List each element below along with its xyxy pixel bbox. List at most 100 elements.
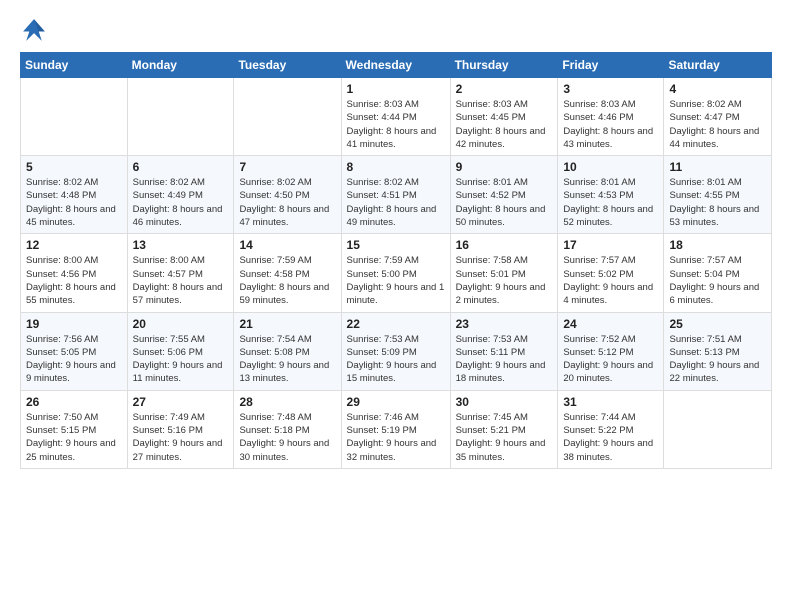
day-number: 9 xyxy=(456,160,553,174)
day-info: Sunrise: 8:02 AM Sunset: 4:47 PM Dayligh… xyxy=(669,98,766,151)
calendar-cell xyxy=(664,390,772,468)
weekday-header-tuesday: Tuesday xyxy=(234,53,341,78)
day-number: 20 xyxy=(133,317,229,331)
calendar-cell: 27 Sunrise: 7:49 AM Sunset: 5:16 PM Dayli… xyxy=(127,390,234,468)
day-info: Sunrise: 8:02 AM Sunset: 4:51 PM Dayligh… xyxy=(347,176,445,229)
calendar-cell: 21 Sunrise: 7:54 AM Sunset: 5:08 PM Dayli… xyxy=(234,312,341,390)
header xyxy=(20,16,772,44)
calendar-cell: 20Sunrise: 7:55 AM Sunset: 5:06 PM Dayli… xyxy=(127,312,234,390)
day-info: Sunrise: 8:01 AM Sunset: 4:52 PM Dayligh… xyxy=(456,176,553,229)
day-number: 4 xyxy=(669,82,766,96)
day-number: 13 xyxy=(133,238,229,252)
weekday-header-row: SundayMondayTuesdayWednesdayThursdayFrid… xyxy=(21,53,772,78)
weekday-header-friday: Friday xyxy=(558,53,664,78)
day-number: 14 xyxy=(239,238,335,252)
weekday-header-saturday: Saturday xyxy=(664,53,772,78)
calendar-cell: 16 Sunrise: 7:58 AM Sunset: 5:01 PM Dayli… xyxy=(450,234,558,312)
calendar-cell: 11 Sunrise: 8:01 AM Sunset: 4:55 PM Dayli… xyxy=(664,156,772,234)
day-number: 29 xyxy=(347,395,445,409)
day-number: 22 xyxy=(347,317,445,331)
day-info: Sunrise: 7:49 AM Sunset: 5:16 PM Dayligh… xyxy=(133,411,229,464)
calendar-cell: 22Sunrise: 7:53 AM Sunset: 5:09 PM Dayli… xyxy=(341,312,450,390)
calendar-cell: 13 Sunrise: 8:00 AM Sunset: 4:57 PM Dayli… xyxy=(127,234,234,312)
page: SundayMondayTuesdayWednesdayThursdayFrid… xyxy=(0,0,792,485)
day-number: 2 xyxy=(456,82,553,96)
day-number: 30 xyxy=(456,395,553,409)
day-number: 3 xyxy=(563,82,658,96)
calendar-cell: 18Sunrise: 7:57 AM Sunset: 5:04 PM Dayli… xyxy=(664,234,772,312)
day-number: 10 xyxy=(563,160,658,174)
day-number: 6 xyxy=(133,160,229,174)
calendar-cell: 14 Sunrise: 7:59 AM Sunset: 4:58 PM Dayli… xyxy=(234,234,341,312)
day-number: 19 xyxy=(26,317,122,331)
day-info: Sunrise: 7:52 AM Sunset: 5:12 PM Dayligh… xyxy=(563,333,658,386)
day-info: Sunrise: 8:03 AM Sunset: 4:46 PM Dayligh… xyxy=(563,98,658,151)
day-number: 31 xyxy=(563,395,658,409)
day-info: Sunrise: 7:48 AM Sunset: 5:18 PM Dayligh… xyxy=(239,411,335,464)
day-info: Sunrise: 7:54 AM Sunset: 5:08 PM Dayligh… xyxy=(239,333,335,386)
day-number: 15 xyxy=(347,238,445,252)
day-info: Sunrise: 7:46 AM Sunset: 5:19 PM Dayligh… xyxy=(347,411,445,464)
calendar-cell: 29 Sunrise: 7:46 AM Sunset: 5:19 PM Dayli… xyxy=(341,390,450,468)
week-row-2: 5Sunrise: 8:02 AM Sunset: 4:48 PM Daylig… xyxy=(21,156,772,234)
day-info: Sunrise: 7:57 AM Sunset: 5:02 PM Dayligh… xyxy=(563,254,658,307)
day-number: 25 xyxy=(669,317,766,331)
day-info: Sunrise: 8:02 AM Sunset: 4:49 PM Dayligh… xyxy=(133,176,229,229)
calendar-cell: 31 Sunrise: 7:44 AM Sunset: 5:22 PM Dayli… xyxy=(558,390,664,468)
calendar-cell: 1Sunrise: 8:03 AM Sunset: 4:44 PM Daylig… xyxy=(341,78,450,156)
day-info: Sunrise: 7:53 AM Sunset: 5:11 PM Dayligh… xyxy=(456,333,553,386)
calendar-cell: 12Sunrise: 8:00 AM Sunset: 4:56 PM Dayli… xyxy=(21,234,128,312)
weekday-header-wednesday: Wednesday xyxy=(341,53,450,78)
week-row-5: 26 Sunrise: 7:50 AM Sunset: 5:15 PM Dayli… xyxy=(21,390,772,468)
day-info: Sunrise: 8:00 AM Sunset: 4:57 PM Dayligh… xyxy=(133,254,229,307)
day-number: 27 xyxy=(133,395,229,409)
day-number: 1 xyxy=(347,82,445,96)
day-number: 24 xyxy=(563,317,658,331)
calendar-cell: 30 Sunrise: 7:45 AM Sunset: 5:21 PM Dayli… xyxy=(450,390,558,468)
weekday-header-monday: Monday xyxy=(127,53,234,78)
calendar-cell: 15 Sunrise: 7:59 AM Sunset: 5:00 PM Dayli… xyxy=(341,234,450,312)
calendar-cell: 9 Sunrise: 8:01 AM Sunset: 4:52 PM Daylig… xyxy=(450,156,558,234)
day-info: Sunrise: 7:59 AM Sunset: 4:58 PM Dayligh… xyxy=(239,254,335,307)
calendar-cell: 26 Sunrise: 7:50 AM Sunset: 5:15 PM Dayli… xyxy=(21,390,128,468)
week-row-4: 19 Sunrise: 7:56 AM Sunset: 5:05 PM Dayli… xyxy=(21,312,772,390)
day-number: 23 xyxy=(456,317,553,331)
calendar-cell xyxy=(21,78,128,156)
day-number: 17 xyxy=(563,238,658,252)
calendar-cell xyxy=(127,78,234,156)
day-info: Sunrise: 7:58 AM Sunset: 5:01 PM Dayligh… xyxy=(456,254,553,307)
day-number: 26 xyxy=(26,395,122,409)
day-number: 28 xyxy=(239,395,335,409)
calendar-cell: 7Sunrise: 8:02 AM Sunset: 4:50 PM Daylig… xyxy=(234,156,341,234)
day-number: 5 xyxy=(26,160,122,174)
calendar-cell: 8 Sunrise: 8:02 AM Sunset: 4:51 PM Daylig… xyxy=(341,156,450,234)
weekday-header-sunday: Sunday xyxy=(21,53,128,78)
calendar-cell: 3 Sunrise: 8:03 AM Sunset: 4:46 PM Daylig… xyxy=(558,78,664,156)
calendar-cell: 10Sunrise: 8:01 AM Sunset: 4:53 PM Dayli… xyxy=(558,156,664,234)
day-info: Sunrise: 7:56 AM Sunset: 5:05 PM Dayligh… xyxy=(26,333,122,386)
calendar-cell: 2Sunrise: 8:03 AM Sunset: 4:45 PM Daylig… xyxy=(450,78,558,156)
logo-icon xyxy=(20,16,48,44)
week-row-1: 1Sunrise: 8:03 AM Sunset: 4:44 PM Daylig… xyxy=(21,78,772,156)
day-number: 11 xyxy=(669,160,766,174)
day-number: 7 xyxy=(239,160,335,174)
calendar-cell: 23 Sunrise: 7:53 AM Sunset: 5:11 PM Dayli… xyxy=(450,312,558,390)
week-row-3: 12Sunrise: 8:00 AM Sunset: 4:56 PM Dayli… xyxy=(21,234,772,312)
calendar-cell: 25 Sunrise: 7:51 AM Sunset: 5:13 PM Dayli… xyxy=(664,312,772,390)
calendar-cell: 6 Sunrise: 8:02 AM Sunset: 4:49 PM Daylig… xyxy=(127,156,234,234)
day-info: Sunrise: 7:51 AM Sunset: 5:13 PM Dayligh… xyxy=(669,333,766,386)
day-number: 18 xyxy=(669,238,766,252)
day-number: 12 xyxy=(26,238,122,252)
day-number: 8 xyxy=(347,160,445,174)
day-info: Sunrise: 7:44 AM Sunset: 5:22 PM Dayligh… xyxy=(563,411,658,464)
day-info: Sunrise: 7:50 AM Sunset: 5:15 PM Dayligh… xyxy=(26,411,122,464)
calendar-cell: 17 Sunrise: 7:57 AM Sunset: 5:02 PM Dayli… xyxy=(558,234,664,312)
day-info: Sunrise: 8:01 AM Sunset: 4:55 PM Dayligh… xyxy=(669,176,766,229)
calendar-cell: 19 Sunrise: 7:56 AM Sunset: 5:05 PM Dayli… xyxy=(21,312,128,390)
day-info: Sunrise: 7:59 AM Sunset: 5:00 PM Dayligh… xyxy=(347,254,445,307)
day-info: Sunrise: 7:45 AM Sunset: 5:21 PM Dayligh… xyxy=(456,411,553,464)
weekday-header-thursday: Thursday xyxy=(450,53,558,78)
day-number: 16 xyxy=(456,238,553,252)
day-number: 21 xyxy=(239,317,335,331)
calendar-cell: 5Sunrise: 8:02 AM Sunset: 4:48 PM Daylig… xyxy=(21,156,128,234)
